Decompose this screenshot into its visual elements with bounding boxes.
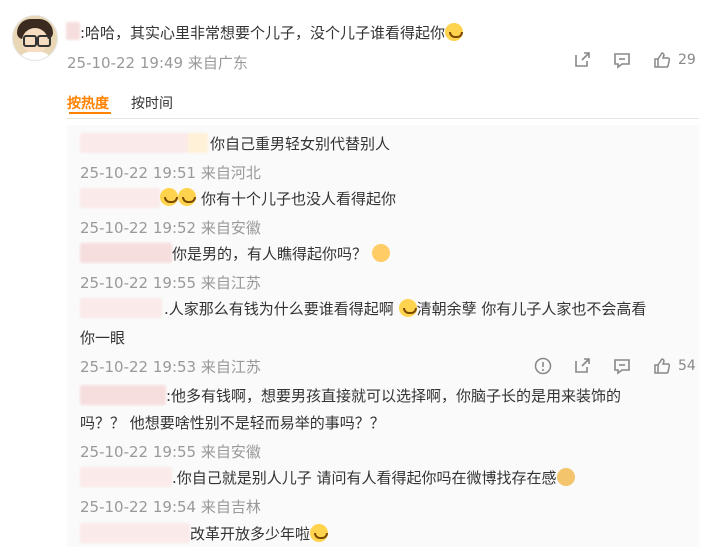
- redacted-username: [80, 188, 160, 208]
- reply-report-button[interactable]: [533, 356, 553, 376]
- crying-laugh-emoji: [310, 524, 329, 542]
- reply-text-line2: 你一眼: [80, 329, 126, 347]
- main-comment-button[interactable]: [612, 50, 632, 70]
- like-icon: [654, 52, 671, 68]
- redacted-username: [80, 523, 190, 543]
- reply-text: 你有十个儿子也没人看得起你: [201, 190, 397, 208]
- share-icon: [575, 358, 590, 373]
- redacted-username: [188, 133, 208, 153]
- redacted-username: [66, 22, 80, 40]
- reply-text: 你自己重男轻女别代替别人: [210, 135, 391, 153]
- main-share-button[interactable]: [572, 50, 592, 70]
- crying-laugh-emoji: [160, 188, 178, 206]
- reply-share-button[interactable]: [572, 356, 592, 376]
- avatar[interactable]: [12, 15, 58, 61]
- reply-text: :他多有钱啊，想要男孩直接就可以选择啊，你脑子长的是用来装饰的: [166, 387, 622, 405]
- reply-meta: 25-10-22 19:55 来自安徽: [80, 443, 261, 461]
- like-icon: [654, 358, 671, 374]
- reply-meta: 25-10-22 19:52 来自安徽: [80, 219, 261, 237]
- tab-by-popularity[interactable]: 按热度: [67, 96, 109, 112]
- main-comment-time: 25-10-22 19:49 来自广东: [67, 54, 248, 72]
- comment-icon: [614, 53, 630, 69]
- redacted-username: [80, 298, 162, 318]
- reply-meta: 25-10-22 19:54 来自吉林: [80, 498, 261, 516]
- main-like-count: 29: [678, 52, 696, 68]
- reply-emoji-group: [160, 188, 196, 207]
- redacted-username: [80, 467, 172, 487]
- reply-text-line2: 吗？？ 他想要啥性别不是轻而易举的事吗？？: [80, 414, 385, 432]
- report-icon: [534, 357, 552, 375]
- comment-icon: [614, 359, 630, 375]
- reply-like-count: 54: [678, 358, 696, 374]
- sort-tabs: 按热度 按时间: [67, 93, 173, 113]
- crying-laugh-emoji: [398, 299, 417, 317]
- crying-laugh-emoji: [445, 23, 464, 41]
- main-comment-text: :哈哈，其实心里非常想要个儿子，没个儿子谁看得起你: [80, 22, 464, 43]
- reply-meta: 25-10-22 19:53 来自江苏: [80, 358, 261, 376]
- reply-like-button[interactable]: 54: [652, 356, 696, 376]
- reply-comment-button[interactable]: [612, 356, 632, 376]
- redacted-username: [80, 385, 166, 405]
- share-icon: [575, 52, 590, 67]
- reply-meta: 25-10-22 19:51 来自河北: [80, 164, 261, 182]
- redacted-username: [80, 243, 172, 263]
- reply-text: 改革开放多少年啦: [190, 523, 329, 544]
- reply-text: .人家那么有钱为什么要谁看得起啊 清朝余孽 你有儿子人家也不会高看: [164, 299, 647, 318]
- active-tab-indicator: [69, 112, 111, 114]
- redacted-username: [80, 133, 190, 153]
- divider: [67, 118, 699, 119]
- reply-text: .你自己就是别人儿子 请问有人看得起你吗在微博找存在感: [172, 467, 575, 488]
- doge-emoji: [556, 468, 575, 486]
- cat-emoji: [371, 244, 390, 262]
- tab-by-time[interactable]: 按时间: [131, 96, 173, 112]
- crying-laugh-emoji: [178, 188, 196, 206]
- reply-meta: 25-10-22 19:55 来自江苏: [80, 274, 261, 292]
- reply-text: 你是男的，有人瞧得起你吗？: [172, 243, 390, 264]
- main-like-button[interactable]: 29: [652, 50, 696, 70]
